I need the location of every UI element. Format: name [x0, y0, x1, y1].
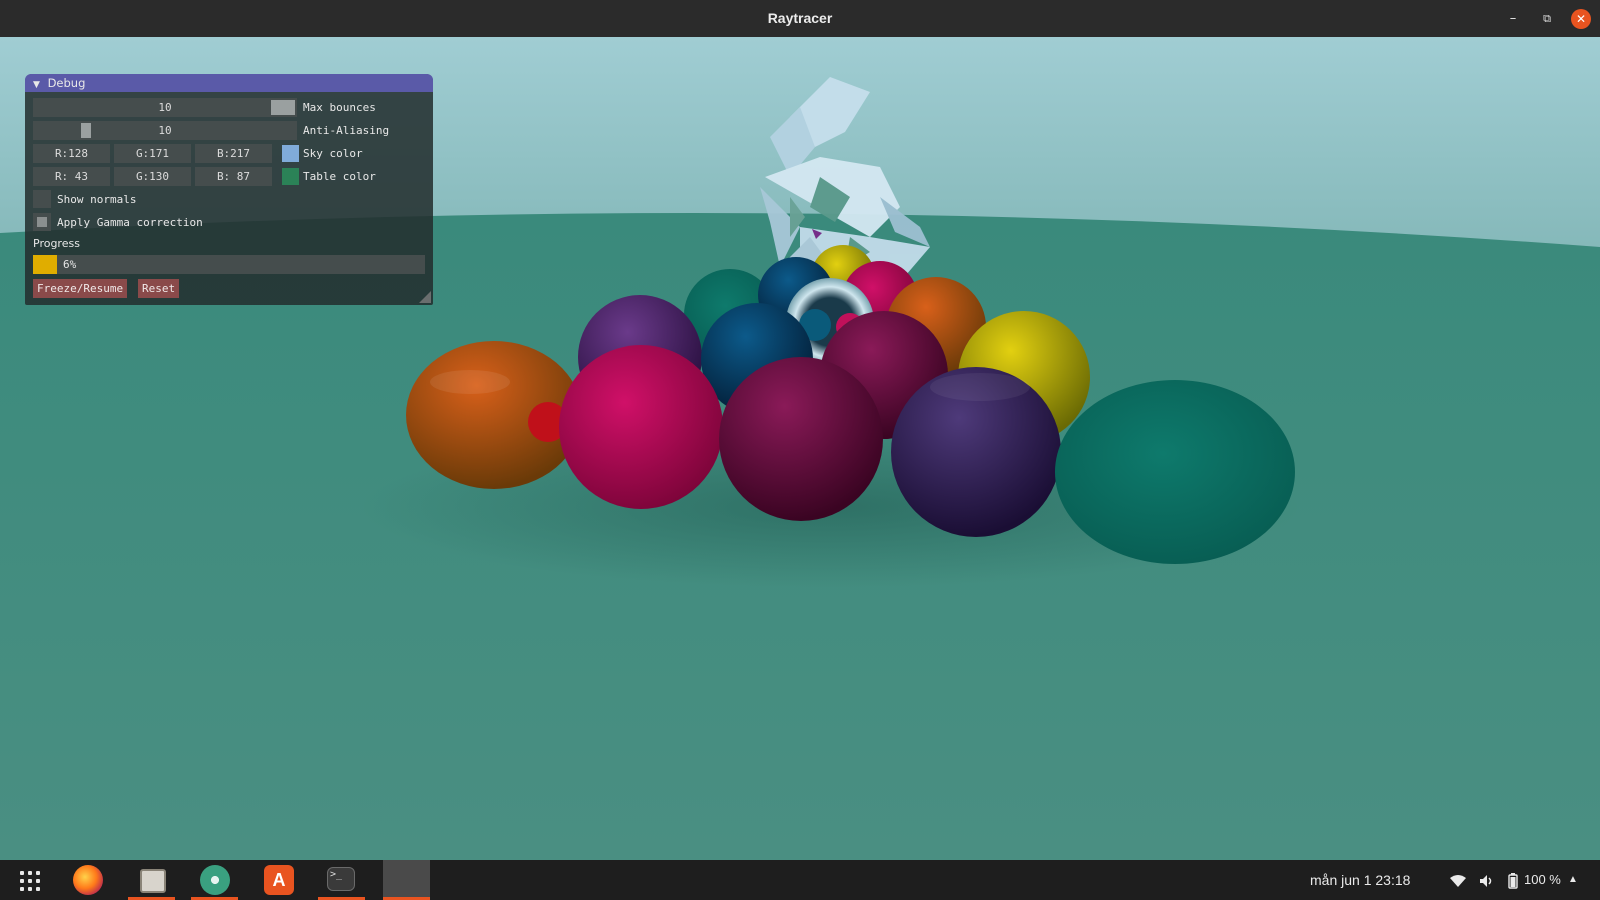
- anti-aliasing-slider[interactable]: 10: [33, 121, 297, 140]
- table-color-g-field[interactable]: G:130: [114, 167, 191, 186]
- table-color-b-field[interactable]: B: 87: [195, 167, 272, 186]
- table-color-r-field[interactable]: R: 43: [33, 167, 110, 186]
- reset-button[interactable]: Reset: [138, 279, 180, 298]
- sky-color-r-field[interactable]: R:128: [33, 144, 110, 163]
- gamma-correction-checkbox[interactable]: [33, 213, 51, 231]
- progress-percent: 6%: [63, 258, 77, 271]
- sky-color-label: Sky color: [303, 147, 363, 160]
- software-center-icon: A: [264, 865, 294, 895]
- atom-icon: [200, 865, 230, 895]
- progress-bar: 6%: [33, 255, 425, 274]
- progress-fill: [33, 255, 57, 274]
- max-bounces-slider[interactable]: 10: [33, 98, 297, 117]
- show-normals-checkbox[interactable]: [33, 190, 51, 208]
- taskbar-raytracer[interactable]: [383, 860, 430, 900]
- debug-panel[interactable]: ▼ Debug 10 Max bounces 10 Anti-Aliasing …: [25, 74, 433, 305]
- window-title: Raytracer: [767, 10, 833, 26]
- gamma-correction-label: Apply Gamma correction: [57, 216, 203, 229]
- app-grid-button[interactable]: [4, 860, 51, 900]
- firefox-icon: [73, 865, 103, 895]
- anti-aliasing-value: 10: [158, 124, 172, 137]
- taskbar-files[interactable]: [128, 860, 175, 900]
- sky-color-swatch[interactable]: [282, 145, 299, 162]
- max-bounces-slider-thumb[interactable]: [271, 100, 295, 115]
- resize-grip-icon[interactable]: [419, 291, 431, 303]
- maximize-icon[interactable]: ⧉: [1537, 9, 1557, 29]
- anti-aliasing-slider-thumb[interactable]: [81, 123, 91, 138]
- taskbar-software-center[interactable]: A: [255, 860, 302, 900]
- max-bounces-value: 10: [158, 101, 172, 114]
- files-icon: [140, 869, 166, 893]
- app-grid-icon: [20, 871, 40, 891]
- wifi-icon[interactable]: [1450, 860, 1466, 900]
- sky-color-b-field[interactable]: B:217: [195, 144, 272, 163]
- debug-panel-title: Debug: [47, 76, 86, 90]
- anti-aliasing-label: Anti-Aliasing: [303, 124, 390, 137]
- system-menu-arrow-icon[interactable]: ▲: [1568, 860, 1578, 900]
- window-titlebar[interactable]: Raytracer – ⧉ ✕: [0, 0, 1600, 37]
- checkmark-icon: [37, 217, 47, 227]
- table-color-swatch[interactable]: [282, 168, 299, 185]
- battery-percent[interactable]: 100 %: [1524, 860, 1561, 900]
- collapse-triangle-icon[interactable]: ▼: [33, 80, 40, 90]
- table-color-label: Table color: [303, 170, 376, 183]
- show-normals-label: Show normals: [57, 193, 137, 206]
- max-bounces-label: Max bounces: [303, 101, 376, 114]
- taskbar-firefox[interactable]: [64, 860, 111, 900]
- taskbar-terminal[interactable]: >_: [318, 860, 365, 900]
- taskbar: A >_ mån jun 1 23:18 100 % ▲: [0, 860, 1600, 900]
- clock[interactable]: mån jun 1 23:18: [1310, 860, 1410, 900]
- minimize-icon[interactable]: –: [1503, 9, 1523, 29]
- raytracer-window-icon: [392, 865, 422, 895]
- battery-icon[interactable]: [1508, 860, 1518, 900]
- sky-color-g-field[interactable]: G:171: [114, 144, 191, 163]
- progress-label: Progress: [33, 237, 80, 250]
- taskbar-atom[interactable]: [191, 860, 238, 900]
- terminal-icon: >_: [327, 867, 355, 891]
- volume-icon[interactable]: [1479, 860, 1495, 900]
- debug-panel-header[interactable]: ▼ Debug: [25, 74, 433, 92]
- close-icon[interactable]: ✕: [1571, 9, 1591, 29]
- freeze-resume-button[interactable]: Freeze/Resume: [33, 279, 128, 298]
